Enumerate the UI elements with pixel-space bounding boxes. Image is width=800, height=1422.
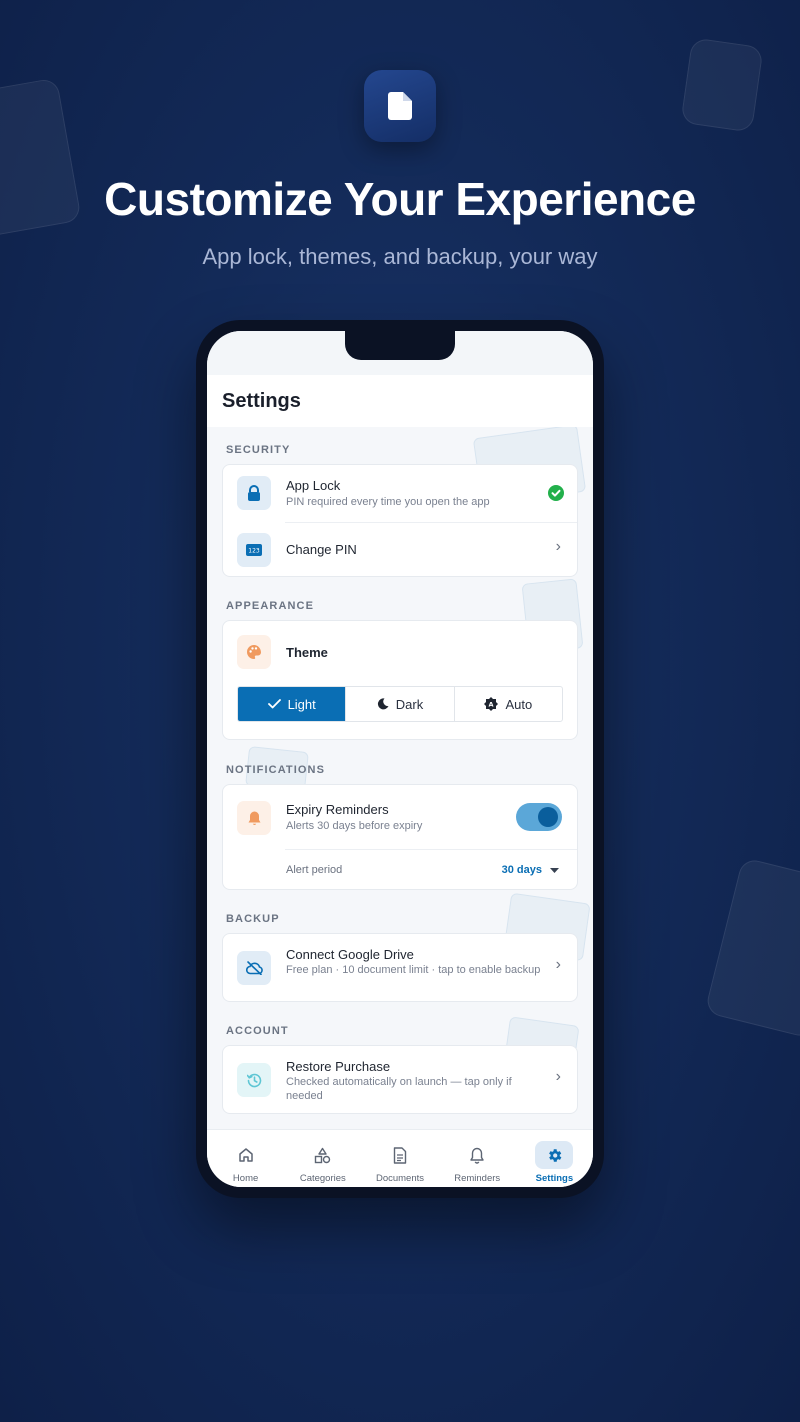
google-drive-subtitle: Free plan · 10 document limit · tap to e… <box>286 964 541 976</box>
appearance-card: Theme Light Dark A Auto <box>222 620 578 740</box>
lock-icon <box>237 476 271 510</box>
expiry-reminders-subtitle: Alerts 30 days before expiry <box>286 820 423 832</box>
theme-option-label: Light <box>287 696 316 712</box>
promo-subhead: App lock, themes, and backup, your way <box>202 244 598 269</box>
change-pin-title: Change PIN <box>286 542 357 557</box>
settings-screen: Settings SECURITY App Lock PIN required … <box>207 331 593 1187</box>
alert-period-row: Alert period 30 days <box>223 849 579 891</box>
section-label-backup: BACKUP <box>226 913 280 925</box>
file-icon <box>381 1141 419 1169</box>
nav-label: Settings <box>535 1173 574 1184</box>
svg-text:A: A <box>489 701 494 709</box>
phone-frame: Settings SECURITY App Lock PIN required … <box>196 320 604 1198</box>
nav-settings[interactable]: Settings <box>516 1130 593 1187</box>
history-icon <box>237 1063 271 1097</box>
section-label-notifications: NOTIFICATIONS <box>226 764 326 776</box>
home-icon <box>227 1141 265 1169</box>
app-lock-row[interactable]: App Lock PIN required every time you ope… <box>223 465 579 522</box>
app-header: Settings <box>207 375 593 427</box>
chevron-right-icon: › <box>555 538 561 555</box>
nav-documents[interactable]: Documents <box>361 1130 438 1187</box>
alert-period-value: 30 days <box>501 864 542 876</box>
nav-label: Home <box>232 1173 259 1184</box>
theme-title: Theme <box>286 645 328 660</box>
document-icon <box>388 92 412 120</box>
theme-option-light[interactable]: Light <box>238 687 347 721</box>
theme-option-label: Auto <box>505 696 533 712</box>
decorative-card-right <box>704 857 800 1039</box>
section-label-appearance: APPEARANCE <box>226 600 315 612</box>
bell-icon <box>237 801 271 835</box>
nav-label: Categories <box>299 1173 346 1184</box>
restore-purchase-row[interactable]: Restore Purchase Checked automatically o… <box>223 1046 579 1115</box>
chevron-right-icon: › <box>555 1068 561 1085</box>
section-label-security: SECURITY <box>226 444 291 456</box>
theme-option-label: Dark <box>395 696 424 712</box>
auto-brightness-icon: A <box>484 697 499 711</box>
caret-down-icon <box>550 867 559 873</box>
cloud-off-icon <box>237 951 271 985</box>
palette-icon <box>237 635 271 669</box>
app-logo <box>364 70 436 142</box>
toggle-knob <box>538 807 558 827</box>
bell-icon <box>458 1141 496 1169</box>
theme-option-auto[interactable]: A Auto <box>455 687 562 721</box>
promo-headline: Customize Your Experience <box>104 173 696 225</box>
nav-label: Reminders <box>454 1173 501 1184</box>
section-label-account: ACCOUNT <box>226 1025 289 1037</box>
app-lock-subtitle: PIN required every time you open the app <box>286 496 490 508</box>
svg-text:123: 123 <box>248 548 260 555</box>
expiry-reminders-title: Expiry Reminders <box>286 802 389 817</box>
expiry-reminders-toggle[interactable] <box>516 803 562 831</box>
check-circle-icon <box>548 485 564 501</box>
backup-card: Connect Google Drive Free plan · 10 docu… <box>222 933 578 1002</box>
decorative-card-top-right <box>680 37 764 133</box>
nav-reminders[interactable]: Reminders <box>439 1130 516 1187</box>
restore-purchase-title: Restore Purchase <box>286 1059 391 1074</box>
change-pin-row[interactable]: 123 Change PIN › <box>223 522 579 578</box>
nav-label: Documents <box>375 1173 425 1184</box>
theme-option-dark[interactable]: Dark <box>346 687 455 721</box>
restore-purchase-subtitle: Checked automatically on launch — tap on… <box>286 1076 512 1102</box>
notifications-card: Expiry Reminders Alerts 30 days before e… <box>222 784 578 890</box>
account-card: Restore Purchase Checked automatically o… <box>222 1045 578 1114</box>
security-card: App Lock PIN required every time you ope… <box>222 464 578 577</box>
alert-period-dropdown[interactable]: 30 days <box>502 864 559 876</box>
chevron-right-icon: › <box>555 956 561 973</box>
theme-selector: Light Dark A Auto <box>237 686 563 722</box>
connect-google-drive-row[interactable]: Connect Google Drive Free plan · 10 docu… <box>223 934 579 1003</box>
expiry-reminders-row: Expiry Reminders Alerts 30 days before e… <box>223 785 579 849</box>
check-icon <box>267 699 281 709</box>
moon-icon <box>377 698 389 710</box>
app-lock-title: App Lock <box>286 478 341 493</box>
nav-home[interactable]: Home <box>207 1130 284 1187</box>
gear-icon <box>535 1141 574 1169</box>
google-drive-title: Connect Google Drive <box>286 947 414 962</box>
phone-notch <box>345 331 455 360</box>
pin-keypad-icon: 123 <box>237 533 271 567</box>
shapes-icon <box>304 1141 342 1169</box>
bottom-navigation: Home Categories Documents Reminders Sett… <box>207 1129 593 1187</box>
page-title: Settings <box>222 390 301 412</box>
nav-categories[interactable]: Categories <box>284 1130 361 1187</box>
